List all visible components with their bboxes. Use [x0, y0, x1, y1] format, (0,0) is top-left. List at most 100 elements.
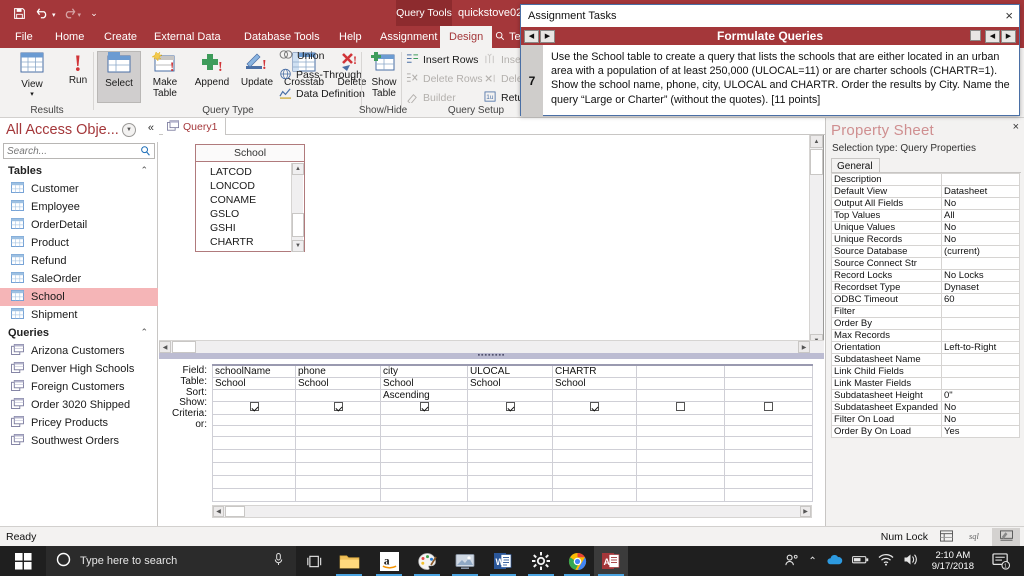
grid-cell-sort[interactable] [212, 389, 296, 402]
chevron-down-icon[interactable]: ▾ [30, 91, 34, 98]
grid-cell-blank[interactable] [295, 488, 381, 502]
microphone-icon[interactable] [273, 552, 284, 570]
grid-cell-or[interactable] [295, 425, 381, 437]
grid-cell-blank[interactable] [636, 436, 725, 450]
property-value[interactable]: All [941, 209, 1020, 222]
grid-cell-field[interactable] [724, 364, 813, 378]
grid-cell-blank[interactable] [636, 488, 725, 502]
grid-cell-blank[interactable] [295, 475, 381, 489]
tab-design[interactable]: Design [440, 26, 493, 48]
property-value[interactable]: No Locks [941, 269, 1020, 282]
grid-cell-show[interactable] [295, 401, 381, 415]
property-row[interactable]: Unique Records No [831, 233, 1020, 246]
tab-create[interactable]: Create [95, 26, 146, 48]
grid-cell-criteria[interactable] [467, 414, 553, 426]
property-value[interactable]: 0" [941, 389, 1020, 402]
property-value[interactable]: No [941, 221, 1020, 234]
show-checkbox[interactable] [590, 402, 599, 411]
collapse-pane-icon[interactable]: « [148, 122, 154, 134]
task-view-icon[interactable] [298, 546, 332, 576]
property-value[interactable] [941, 305, 1020, 318]
field-item[interactable]: GSHI [210, 222, 304, 236]
sidebar-item-employee[interactable]: Employee [0, 198, 158, 216]
assignment-tasks-dialog[interactable]: Assignment Tasks × ◀ ▶ Formulate Queries… [520, 4, 1020, 117]
grid-cell-blank[interactable] [724, 462, 813, 476]
view-button[interactable]: View ▾ [10, 51, 54, 103]
datasheet-view-button[interactable] [932, 528, 960, 546]
field-item[interactable]: LONCOD [210, 180, 304, 194]
grid-cell-criteria[interactable] [552, 414, 637, 426]
append-query-button[interactable]: ! Append [190, 51, 234, 103]
scroll-left-icon[interactable]: ◀ [159, 341, 171, 353]
action-center-icon[interactable]: 1 [984, 546, 1018, 576]
property-row[interactable]: Unique Values No [831, 221, 1020, 234]
property-row[interactable]: Description [831, 173, 1020, 186]
scroll-down-icon[interactable]: ▼ [292, 240, 304, 252]
close-icon[interactable]: × [1005, 8, 1013, 23]
property-row[interactable]: Filter On Load No [831, 413, 1020, 426]
scrollbar-thumb[interactable] [225, 506, 245, 517]
grid-cell-show[interactable] [552, 401, 637, 415]
property-value[interactable]: Left-to-Right [941, 341, 1020, 354]
select-query-button[interactable]: Select [97, 51, 141, 103]
grid-cell-criteria[interactable] [212, 414, 296, 426]
scrollbar-thumb[interactable] [172, 341, 196, 353]
tab-external-data[interactable]: External Data [145, 26, 230, 48]
grid-cell-blank[interactable] [295, 449, 381, 463]
property-value[interactable]: No [941, 413, 1020, 426]
grid-cell-field[interactable]: ULOCAL [467, 364, 553, 378]
show-checkbox[interactable] [764, 402, 773, 411]
grid-cell-blank[interactable] [380, 488, 468, 502]
grid-cell-blank[interactable] [724, 488, 813, 502]
settings-icon[interactable] [524, 546, 558, 576]
grid-cell-show[interactable] [467, 401, 553, 415]
grid-cell-table[interactable] [636, 377, 725, 390]
property-row[interactable]: Subdatasheet Height 0" [831, 389, 1020, 402]
grid-cell-field[interactable]: city [380, 364, 468, 378]
scroll-up-icon[interactable]: ▲ [810, 135, 823, 148]
property-row[interactable]: Link Child Fields [831, 365, 1020, 378]
property-row[interactable]: Output All Fields No [831, 197, 1020, 210]
grid-cell-blank[interactable] [467, 462, 553, 476]
grid-cell-criteria[interactable] [636, 414, 725, 426]
collapse-chevron-icon[interactable]: ⌃ [140, 327, 148, 338]
sidebar-item-customer[interactable]: Customer [0, 180, 158, 198]
field-item[interactable]: CONAME [210, 194, 304, 208]
tab-database-tools[interactable]: Database Tools [235, 26, 329, 48]
property-row[interactable]: Link Master Fields [831, 377, 1020, 390]
sidebar-item-refund[interactable]: Refund [0, 252, 158, 270]
paint-icon[interactable] [410, 546, 444, 576]
scroll-right-icon[interactable]: ▶ [798, 341, 810, 353]
grid-cell-blank[interactable] [295, 436, 381, 450]
grid-cell-blank[interactable] [467, 449, 553, 463]
grid-cell-blank[interactable] [724, 475, 813, 489]
grid-cell-field[interactable] [636, 364, 725, 378]
grid-cell-blank[interactable] [552, 488, 637, 502]
grid-cell-blank[interactable] [552, 462, 637, 476]
clock[interactable]: 2:10 AM 9/17/2018 [928, 550, 978, 572]
nav-group-tables[interactable]: Tables ⌃ [0, 162, 158, 179]
property-value[interactable]: No [941, 401, 1020, 414]
grid-cell-show[interactable] [212, 401, 296, 415]
previous-arrow-icon[interactable]: ◀ [985, 29, 1000, 43]
show-checkbox[interactable] [249, 402, 259, 411]
table-field-list-school[interactable]: School LATCOD LONCOD CONAME GSLO GSHI CH… [195, 144, 305, 252]
property-row[interactable]: Orientation Left-to-Right [831, 341, 1020, 354]
property-value[interactable]: (current) [941, 245, 1020, 258]
sidebar-item-arizona-customers[interactable]: Arizona Customers [0, 342, 158, 360]
grid-cell-blank[interactable] [380, 436, 468, 450]
sidebar-item-foreign-customers[interactable]: Foreign Customers [0, 378, 158, 396]
dropdown-arrow-icon[interactable]: ▼ [122, 123, 136, 137]
property-row[interactable]: ODBC Timeout 60 [831, 293, 1020, 306]
property-row[interactable]: Record Locks No Locks [831, 269, 1020, 282]
undo-icon[interactable] [32, 3, 54, 23]
grid-cell-show[interactable] [636, 401, 725, 415]
property-value[interactable]: Dynaset [941, 281, 1020, 294]
scroll-right-icon[interactable]: ▶ [800, 506, 811, 517]
show-checkbox[interactable] [333, 402, 343, 411]
show-checkbox[interactable] [419, 402, 429, 411]
property-row[interactable]: Subdatasheet Name [831, 353, 1020, 366]
grid-cell-sort[interactable]: Ascending [380, 389, 468, 402]
property-row[interactable]: Recordset Type Dynaset [831, 281, 1020, 294]
property-value[interactable]: No [941, 197, 1020, 210]
